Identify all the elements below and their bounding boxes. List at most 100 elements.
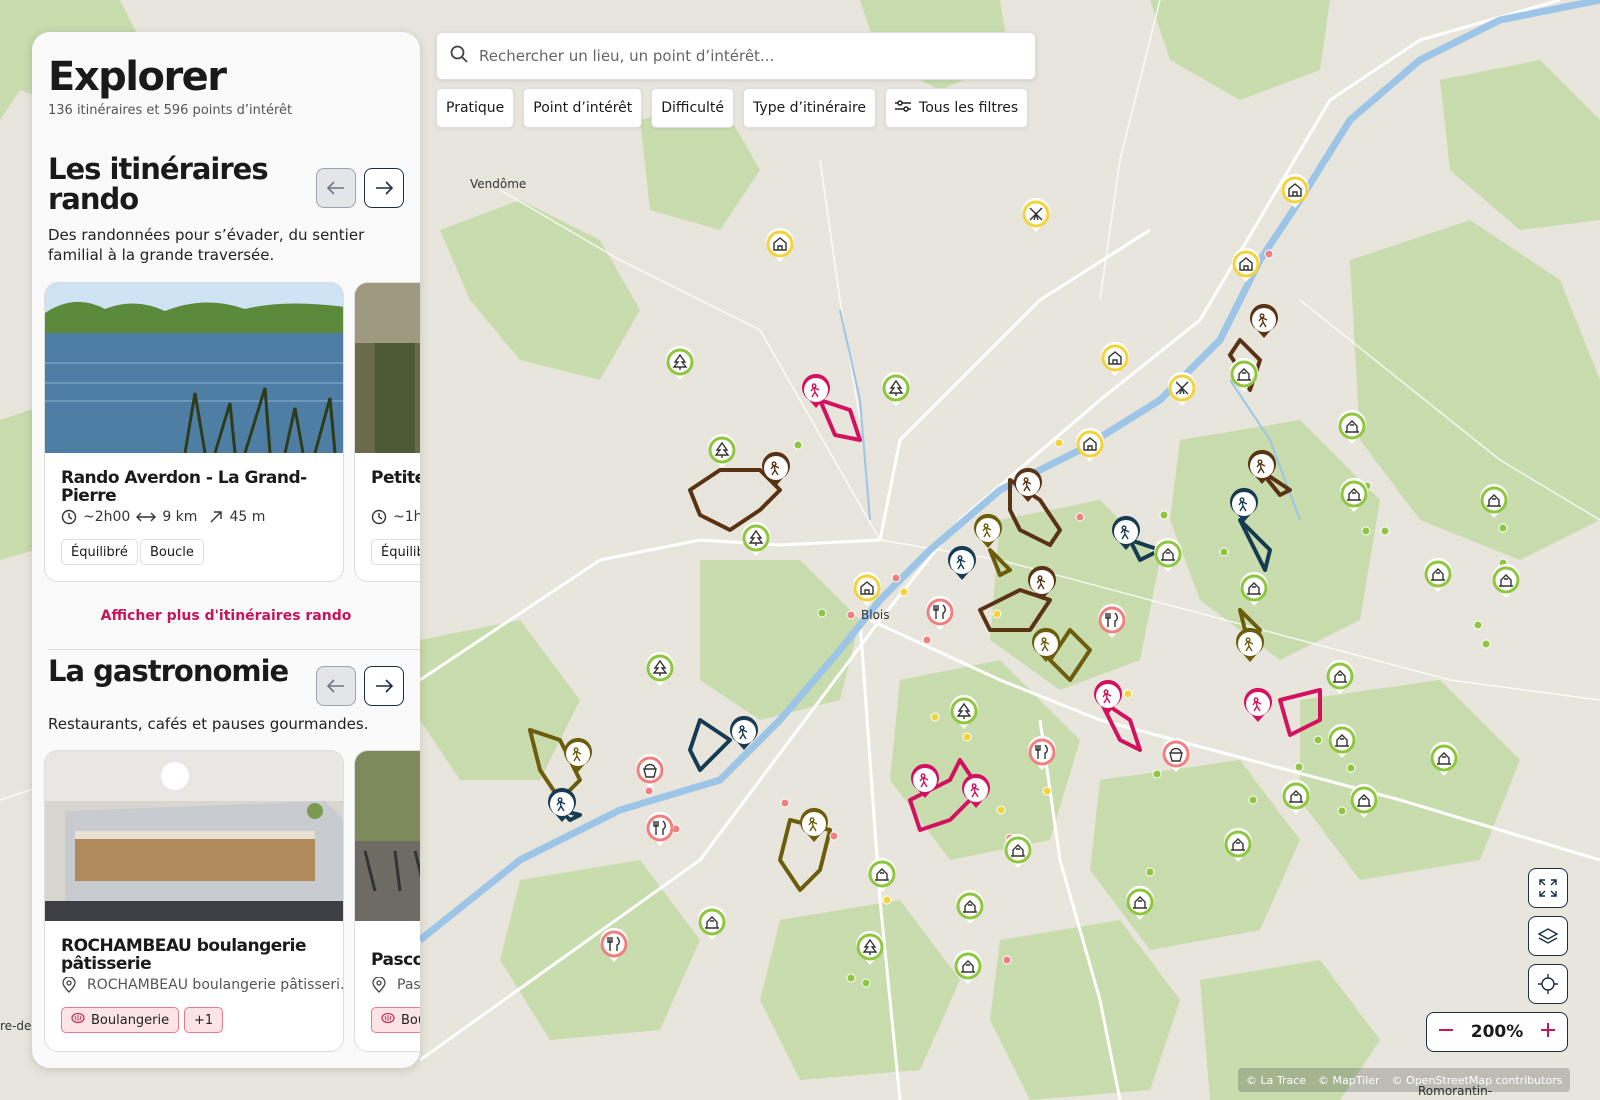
poi-dot [962, 732, 972, 742]
poi-dot [891, 573, 901, 583]
marker-face [882, 374, 910, 402]
marker-face [804, 378, 828, 402]
filter-label: Tous les filtres [919, 100, 1019, 116]
poi-dot [1145, 867, 1155, 877]
poi-dot [1294, 762, 1304, 772]
more-tags-badge: +1 [184, 1007, 224, 1033]
itinerary-card[interactable]: Rando Averdon - La Grand-Pierre ~2h00 9 … [44, 282, 344, 582]
show-more-itineraries-link[interactable]: Afficher plus d'itinéraires rando [32, 608, 420, 624]
marker-face [1246, 692, 1270, 716]
marker-face [856, 933, 884, 961]
zoom-in-button[interactable] [1539, 1021, 1557, 1043]
gastronomy-title-text: ROCHAMBEAU boulangerie pâtisserie [61, 936, 307, 974]
poi-dot [829, 831, 839, 841]
search-icon [449, 44, 469, 68]
attribution-maptiler[interactable]: © MapTiler [1318, 1074, 1380, 1087]
poi-dot [1152, 769, 1162, 779]
marker-face [853, 574, 881, 602]
marker-face [1016, 472, 1040, 496]
poi-dot [644, 786, 654, 796]
marker-face [1328, 726, 1356, 754]
attribution-latrace[interactable]: © La Trace [1246, 1074, 1306, 1087]
difficulty-tag: Équilibré [61, 539, 138, 565]
itinerary-photo [45, 283, 343, 453]
filter-point-interet[interactable]: Point d’intérêt [523, 88, 643, 128]
panel-title: Explorer [48, 54, 227, 100]
marker-face [1492, 566, 1520, 594]
filter-all[interactable]: Tous les filtres [885, 88, 1029, 128]
marker-face [764, 456, 788, 480]
marker-face [956, 892, 984, 920]
zoom-level: 200% [1470, 1022, 1524, 1042]
marker-face [566, 742, 590, 766]
crosshair-icon [1538, 974, 1558, 994]
location-pin-icon [372, 977, 386, 993]
arrow-left-icon [327, 679, 344, 693]
zoom-control: 200% [1426, 1012, 1568, 1052]
search-bar[interactable] [436, 32, 1036, 80]
filter-type-itineraire[interactable]: Type d’itinéraire [743, 88, 877, 128]
poi-dot [1498, 523, 1508, 533]
address-text: Pas [397, 977, 420, 993]
marker-face [1326, 662, 1354, 690]
marker-face [1340, 480, 1368, 508]
marker-face [954, 952, 982, 980]
poi-dot [793, 440, 803, 450]
bread-icon [381, 1012, 395, 1028]
marker-face [868, 860, 896, 888]
itinerary-card[interactable]: Petite Monte ~1h0 Équilib [354, 282, 420, 582]
distance: 9 km [162, 509, 198, 525]
itinerary-meta: ~1h0 [371, 509, 420, 525]
arrow-right-icon [376, 181, 393, 195]
poi-dot [922, 635, 932, 645]
gastronomy-prev-button[interactable] [316, 666, 356, 706]
poi-dot [1042, 786, 1052, 796]
filter-pratique[interactable]: Pratique [436, 88, 515, 128]
itineraries-description: Des randonnées pour s’évader, du sentier… [48, 226, 365, 264]
poi-dot [1123, 689, 1133, 699]
filter-label: Pratique [446, 100, 505, 116]
itineraries-next-button[interactable] [364, 168, 404, 208]
itinerary-title: Petite Monte [371, 468, 420, 488]
poi-dot [1075, 512, 1085, 522]
layers-button[interactable] [1528, 916, 1568, 956]
marker-face [742, 524, 770, 552]
marker-face [950, 697, 978, 725]
marker-face [1101, 344, 1129, 372]
clock-icon [61, 509, 77, 525]
marker-face [1281, 176, 1309, 204]
arrow-right-icon [376, 679, 393, 693]
gastronomy-next-button[interactable] [364, 666, 404, 706]
marker-face [1250, 454, 1274, 478]
fullscreen-button[interactable] [1528, 868, 1568, 908]
marker-face [913, 768, 937, 792]
marker-face [1224, 830, 1252, 858]
itineraries-prev-button[interactable] [316, 168, 356, 208]
locate-button[interactable] [1528, 964, 1568, 1004]
attribution-osm[interactable]: © OpenStreetMap contributors [1392, 1074, 1563, 1087]
zoom-out-button[interactable] [1437, 1021, 1455, 1043]
marker-face [1154, 540, 1182, 568]
fullscreen-icon [1539, 879, 1557, 897]
gastronomy-card[interactable]: ROCHAMBEAU boulangerie pâtisserie ROCHAM… [44, 750, 344, 1052]
poi-dot [1159, 510, 1169, 520]
gastronomy-photo [45, 751, 343, 921]
difficulty-tag: Équilib [371, 539, 420, 565]
marker-face [964, 778, 988, 802]
poi-dot [1380, 526, 1390, 536]
layers-icon [1538, 928, 1558, 944]
search-input[interactable] [479, 47, 1019, 65]
marker-face [698, 908, 726, 936]
filter-difficulte[interactable]: Difficulté [651, 88, 735, 128]
address-text: ROCHAMBEAU boulangerie pâtisseri... [87, 977, 344, 993]
marker-face [1230, 360, 1258, 388]
marker-face [1338, 412, 1366, 440]
marker-face [1096, 684, 1120, 708]
category-tag: Boulangerie [61, 1007, 180, 1033]
marker-face [636, 756, 664, 784]
marker-face [976, 518, 1000, 542]
gastronomy-card[interactable]: Pasco Pas Bou [354, 750, 420, 1052]
filter-label: Point d’intérêt [533, 100, 633, 116]
marker-face [1430, 744, 1458, 772]
route-type-tag: Boucle [140, 539, 204, 565]
